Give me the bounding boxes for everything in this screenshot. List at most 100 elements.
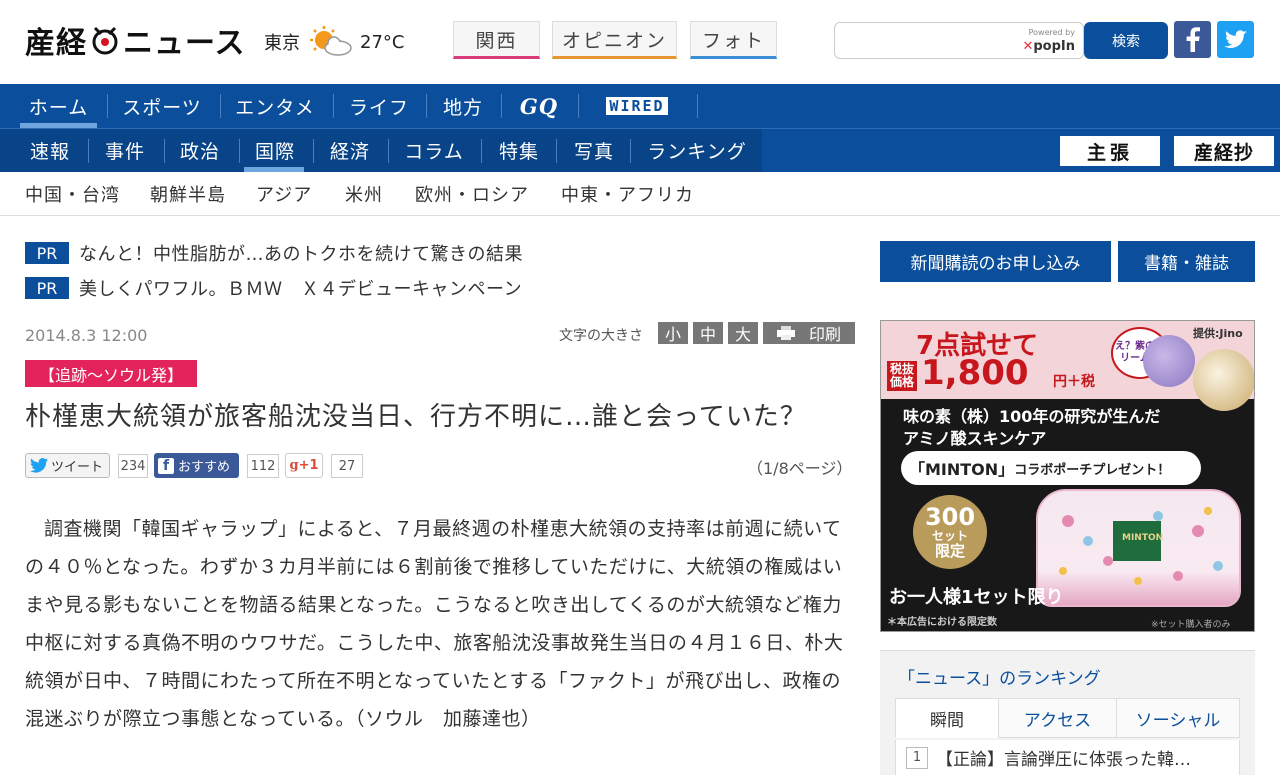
nav-local[interactable]: 地方 bbox=[427, 84, 499, 128]
subnav-europe-russia[interactable]: 欧州・ロシア bbox=[415, 181, 529, 207]
nav-features-label: 特集 bbox=[498, 141, 539, 163]
font-size-large-button[interactable]: 大 bbox=[728, 322, 758, 344]
nav-entame-label: エンタメ bbox=[235, 96, 315, 119]
nav-international-label: 国際 bbox=[254, 141, 295, 163]
nav-economy-label: 経済 bbox=[329, 141, 370, 163]
ad-limit-unit: セット bbox=[931, 528, 968, 543]
facebook-count: 112 bbox=[247, 454, 279, 478]
category-badge[interactable]: 【追跡～ソウル発】 bbox=[25, 360, 198, 387]
popin-logo: ✕popIn bbox=[1022, 39, 1075, 54]
nav-life-label: ライフ bbox=[348, 96, 409, 119]
nav-entame[interactable]: エンタメ bbox=[221, 84, 329, 128]
pr-link[interactable]: PR 美しくパワフル。ＢＭＷ Ｘ４デビューキャンペーン bbox=[25, 276, 522, 300]
ad-pouch-brand: MINTON bbox=[1122, 533, 1164, 543]
nav-politics[interactable]: 政治 bbox=[168, 129, 232, 172]
nav-wired[interactable]: WIRED bbox=[579, 84, 695, 128]
facebook-recommend-button[interactable]: f おすすめ bbox=[154, 453, 239, 478]
ranking-tab-social[interactable]: ソーシャル bbox=[1116, 698, 1240, 738]
ranking-tab-instant[interactable]: 瞬間 bbox=[895, 698, 999, 738]
ad-gold-jar-image bbox=[1193, 349, 1254, 411]
subscribe-button[interactable]: 新聞購読のお申し込み bbox=[880, 241, 1111, 282]
nav-breaking[interactable]: 速報 bbox=[20, 129, 80, 172]
tab-opinion-label: オピニオン bbox=[561, 29, 667, 52]
sankeisho-button[interactable]: 産経抄 bbox=[1174, 136, 1274, 166]
search-button[interactable]: 検索 bbox=[1084, 22, 1168, 59]
nav-photos[interactable]: 写真 bbox=[562, 129, 626, 172]
print-label: 印刷 bbox=[808, 325, 841, 344]
ad-price-label: 税抜価格 bbox=[887, 361, 917, 391]
weather-city: 東京 bbox=[264, 33, 300, 54]
pr-link[interactable]: PR なんと！中性脂肪が…あのトクホを続けて驚きの結果 bbox=[25, 241, 523, 265]
books-magazines-button[interactable]: 書籍・雑誌 bbox=[1118, 241, 1255, 282]
search-input[interactable]: Powered by ✕popIn bbox=[834, 22, 1084, 59]
font-size-small-button[interactable]: 小 bbox=[658, 322, 688, 344]
twitter-icon[interactable] bbox=[1217, 21, 1254, 58]
subnav-asia[interactable]: アジア bbox=[256, 181, 312, 207]
print-button[interactable]: 印刷 bbox=[763, 322, 855, 344]
twitter-bird-icon bbox=[30, 458, 48, 473]
site-header: 産経 ニュース 東京 27°C 関西 オピニオン フォト Powered by bbox=[0, 0, 1280, 84]
ad-promo-rest: コラボポーチプレゼント！ bbox=[1014, 462, 1171, 478]
ad-note-right: ※セット購入者のみ bbox=[1151, 620, 1231, 630]
tab-kansai[interactable]: 関西 bbox=[453, 21, 540, 59]
nav-life[interactable]: ライフ bbox=[334, 84, 424, 128]
popin-logo-text: popIn bbox=[1033, 39, 1075, 54]
nav-features[interactable]: 特集 bbox=[488, 129, 550, 172]
article-body: 調査機関「韓国ギャラップ」によると、７月最終週の朴槿恵大統領の支持率は前週に続い… bbox=[25, 518, 844, 730]
printer-icon bbox=[776, 326, 795, 340]
shucho-button[interactable]: 主張 bbox=[1060, 136, 1160, 166]
nav-home-label: ホーム bbox=[28, 96, 89, 119]
primary-nav: ホーム スポーツ エンタメ ライフ 地方 GQ WIRED bbox=[0, 84, 1280, 128]
subnav-americas[interactable]: 米州 bbox=[345, 181, 383, 207]
secondary-nav: 速報 事件 政治 国際 経済 コラム 特集 写真 ランキング 主張 産経抄 bbox=[0, 128, 1280, 172]
ad-price: 1,800 bbox=[921, 353, 1029, 393]
tweet-button[interactable]: ツイート bbox=[25, 453, 110, 478]
nav-ranking-label: ランキング bbox=[647, 141, 747, 163]
nav-politics-label: 政治 bbox=[179, 141, 220, 163]
pr-link-text: 美しくパワフル。ＢＭＷ Ｘ４デビューキャンペーン bbox=[79, 279, 523, 300]
nav-wired-label: WIRED bbox=[606, 97, 668, 115]
tab-opinion[interactable]: オピニオン bbox=[552, 21, 677, 59]
ranking-item[interactable]: 1 【正論】言論弾圧に体張った韓… bbox=[895, 740, 1240, 775]
subnav-korea[interactable]: 朝鮮半島 bbox=[150, 181, 226, 207]
ranking-tab-access[interactable]: アクセス bbox=[998, 698, 1117, 738]
nav-local-label: 地方 bbox=[442, 96, 483, 119]
facebook-f-icon: f bbox=[158, 457, 174, 474]
ad-cream-jar-image bbox=[1143, 335, 1195, 387]
nav-home[interactable]: ホーム bbox=[20, 84, 97, 128]
pr-link-text: なんと！中性脂肪が…あのトクホを続けて驚きの結果 bbox=[79, 244, 523, 265]
ad-provider: 提供:Jino bbox=[1193, 327, 1243, 340]
subnav-china-taiwan[interactable]: 中国・台湾 bbox=[25, 181, 120, 207]
nav-divider bbox=[239, 139, 240, 163]
tab-photo-label: フォト bbox=[701, 29, 765, 52]
nav-gq[interactable]: GQ bbox=[502, 84, 576, 128]
ad-price-suffix: 円＋税 bbox=[1053, 374, 1095, 390]
weather-widget[interactable]: 東京 27°C bbox=[264, 26, 404, 58]
advertisement-banner[interactable]: 7点試せて 税抜価格 1,800 円＋税 え？紫のクリーム！ 提供:Jino 味… bbox=[880, 320, 1255, 632]
ad-limit-number: 300 bbox=[924, 502, 976, 531]
tab-kansai-label: 関西 bbox=[475, 29, 518, 52]
nav-incidents[interactable]: 事件 bbox=[93, 129, 157, 172]
gplus-count: 27 bbox=[331, 454, 363, 478]
region-subnav: 中国・台湾 朝鮮半島 アジア 米州 欧州・ロシア 中東・アフリカ bbox=[0, 172, 1280, 216]
tweet-count: 234 bbox=[118, 454, 148, 478]
nav-divider bbox=[556, 139, 557, 163]
facebook-icon[interactable] bbox=[1174, 21, 1211, 58]
powered-by-text: Powered by bbox=[1028, 28, 1075, 37]
nav-ranking[interactable]: ランキング bbox=[637, 129, 757, 172]
nav-column-label: コラム bbox=[404, 141, 464, 163]
nav-international[interactable]: 国際 bbox=[244, 129, 306, 172]
nav-column[interactable]: コラム bbox=[393, 129, 475, 172]
tab-photo[interactable]: フォト bbox=[690, 21, 777, 59]
font-size-medium-button[interactable]: 中 bbox=[693, 322, 723, 344]
gplus-label: +1 bbox=[298, 458, 319, 473]
nav-sports[interactable]: スポーツ bbox=[108, 84, 216, 128]
ad-copy-line2: アミノ酸スキンケア bbox=[903, 429, 1047, 448]
site-logo[interactable]: 産経 ニュース bbox=[25, 20, 246, 61]
gplus-button[interactable]: g +1 bbox=[285, 453, 323, 478]
nav-divider bbox=[630, 139, 631, 163]
nav-economy[interactable]: 経済 bbox=[319, 129, 381, 172]
ad-one-per: お一人様1セット限り bbox=[889, 587, 1064, 608]
gplus-g-icon: g bbox=[289, 458, 299, 473]
subnav-middleeast-africa[interactable]: 中東・アフリカ bbox=[561, 181, 694, 207]
